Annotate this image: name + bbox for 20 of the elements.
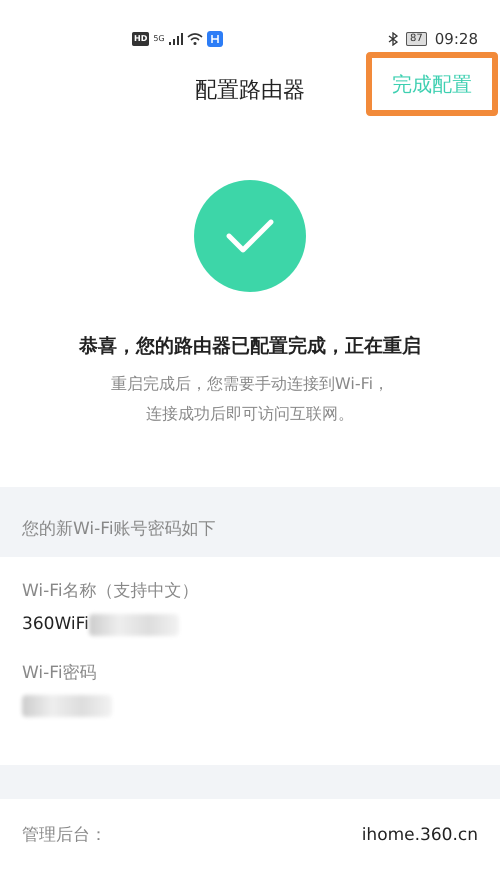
info-text: 连接成功后即可访问互联网。 <box>144 402 355 424</box>
field-value: 360WiFi <box>22 612 89 636</box>
admin-url: ihome.360.cn <box>362 824 478 847</box>
page-title: 配置路由器 <box>195 76 305 104</box>
app-icon <box>206 31 223 47</box>
field-label: Wi-Fi密码 <box>22 662 98 684</box>
wifi-icon <box>186 33 203 45</box>
field-label: Wi-Fi名称（支持中文） <box>22 580 200 603</box>
admin-label: 管理后台： <box>22 824 107 847</box>
success-heading: 恭喜，您的路由器已配置完成，正在重启 <box>79 334 421 359</box>
network-type: 5G <box>153 33 165 45</box>
section-title: 您的新Wi-Fi账号密码如下 <box>22 518 217 541</box>
hd-indicator: HD <box>132 32 150 46</box>
finish-button[interactable]: 完成配置 <box>366 52 498 116</box>
battery-indicator: 87 <box>406 32 427 46</box>
clock: 09:28 <box>434 28 478 50</box>
check-icon <box>226 218 274 254</box>
info-text: 重启完成后，您需要手动连接到Wi-Fi， <box>110 372 390 394</box>
bluetooth-icon <box>388 32 398 46</box>
signal-icon <box>168 33 183 45</box>
